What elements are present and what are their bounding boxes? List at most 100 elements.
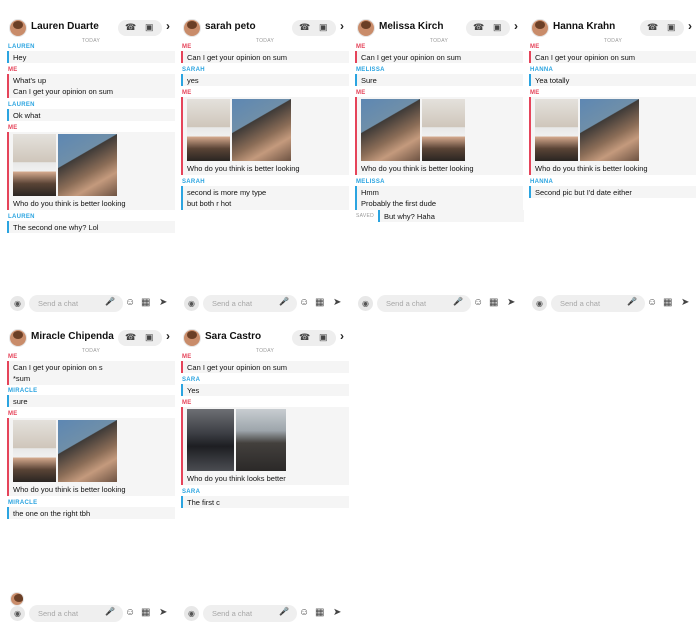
message[interactable]: Who do you think looks better — [181, 407, 349, 485]
message[interactable]: Yea totally — [529, 74, 696, 86]
chat-input[interactable]: Send a chat 🎤 — [377, 295, 471, 312]
rocket-icon[interactable]: ➤ — [333, 606, 341, 620]
sticker-icon[interactable]: ▦ — [141, 606, 150, 620]
emoji-icon[interactable]: ☺ — [125, 606, 135, 620]
rocket-icon[interactable]: ➤ — [507, 296, 515, 310]
photo[interactable] — [187, 99, 230, 161]
chevron-right-icon[interactable]: › — [340, 329, 344, 343]
mic-icon[interactable]: 🎤 — [627, 297, 637, 306]
mic-icon[interactable]: 🎤 — [105, 297, 115, 306]
mic-icon[interactable]: 🎤 — [105, 607, 115, 616]
camera-icon[interactable]: ◉ — [358, 296, 373, 311]
message[interactable]: Who do you think is better looking — [7, 132, 175, 210]
chat-input[interactable]: Send a chat 🎤 — [29, 295, 123, 312]
message[interactable]: What's up Can I get your opinion on sum — [7, 74, 175, 98]
photo[interactable] — [535, 99, 578, 161]
contact-name[interactable]: Lauren Duarte — [31, 21, 99, 32]
sticker-icon[interactable]: ▦ — [315, 606, 324, 620]
camera-icon[interactable]: ◉ — [532, 296, 547, 311]
phone-icon[interactable]: ☎ — [473, 22, 484, 33]
camera-icon[interactable]: ◉ — [10, 606, 25, 621]
photo[interactable] — [58, 420, 117, 482]
photo[interactable] — [580, 99, 639, 161]
phone-icon[interactable]: ☎ — [299, 22, 310, 33]
sticker-icon[interactable]: ▦ — [141, 296, 150, 310]
phone-icon[interactable]: ☎ — [647, 22, 658, 33]
message[interactable]: Can I get your opinion on sum — [529, 51, 696, 63]
chevron-right-icon[interactable]: › — [166, 329, 170, 343]
mic-icon[interactable]: 🎤 — [279, 607, 289, 616]
avatar[interactable] — [183, 329, 201, 347]
photo[interactable] — [236, 409, 286, 471]
video-icon[interactable]: ▣ — [667, 22, 676, 33]
message[interactable]: Hey — [7, 51, 175, 63]
avatar[interactable] — [357, 19, 375, 37]
mic-icon[interactable]: 🎤 — [279, 297, 289, 306]
video-icon[interactable]: ▣ — [319, 22, 328, 33]
rocket-icon[interactable]: ➤ — [333, 296, 341, 310]
contact-name[interactable]: sarah peto — [205, 21, 256, 32]
video-icon[interactable]: ▣ — [493, 22, 502, 33]
rocket-icon[interactable]: ➤ — [159, 296, 167, 310]
message[interactable]: Can I get your opinion on sum — [355, 51, 523, 63]
chat-input[interactable]: Send a chat 🎤 — [203, 605, 297, 622]
chevron-right-icon[interactable]: › — [688, 19, 692, 33]
chat-input[interactable]: Send a chat 🎤 — [29, 605, 123, 622]
message[interactable]: Can I get your opinion on sum — [181, 361, 349, 373]
contact-name[interactable]: Hanna Krahn — [553, 21, 615, 32]
phone-icon[interactable]: ☎ — [299, 332, 310, 343]
emoji-icon[interactable]: ☺ — [299, 606, 309, 620]
mic-icon[interactable]: 🎤 — [453, 297, 463, 306]
emoji-icon[interactable]: ☺ — [299, 296, 309, 310]
avatar[interactable] — [531, 19, 549, 37]
video-icon[interactable]: ▣ — [145, 22, 154, 33]
message[interactable]: The second one why? Lol — [7, 221, 175, 233]
contact-name[interactable]: Sara Castro — [205, 331, 261, 342]
phone-icon[interactable]: ☎ — [125, 332, 136, 343]
message[interactable]: Who do you think is better looking — [181, 97, 349, 175]
camera-icon[interactable]: ◉ — [184, 296, 199, 311]
message[interactable]: The first c — [181, 496, 349, 508]
camera-icon[interactable]: ◉ — [184, 606, 199, 621]
sticker-icon[interactable]: ▦ — [663, 296, 672, 310]
message[interactable]: But why? Haha — [378, 210, 524, 222]
photo[interactable] — [58, 134, 117, 196]
message[interactable]: the one on the right tbh — [7, 507, 175, 519]
avatar[interactable] — [9, 19, 27, 37]
rocket-icon[interactable]: ➤ — [159, 606, 167, 620]
video-icon[interactable]: ▣ — [145, 332, 154, 343]
message[interactable]: Who do you think is better looking — [7, 418, 175, 496]
message[interactable]: second is more my type but both r hot — [181, 186, 349, 210]
camera-icon[interactable]: ◉ — [10, 296, 25, 311]
message[interactable]: Second pic but I'd date either — [529, 186, 696, 198]
sticker-icon[interactable]: ▦ — [489, 296, 498, 310]
message[interactable]: Hmm Probably the first dude — [355, 186, 523, 210]
contact-name[interactable]: Melissa Kirch — [379, 21, 443, 32]
message[interactable]: sure — [7, 395, 175, 407]
phone-icon[interactable]: ☎ — [125, 22, 136, 33]
video-icon[interactable]: ▣ — [319, 332, 328, 343]
message[interactable]: yes — [181, 74, 349, 86]
message[interactable]: Can I get your opinion on sum — [181, 51, 349, 63]
photo[interactable] — [13, 420, 56, 482]
chevron-right-icon[interactable]: › — [166, 19, 170, 33]
photo[interactable] — [232, 99, 291, 161]
emoji-icon[interactable]: ☺ — [125, 296, 135, 310]
message[interactable]: Ok what — [7, 109, 175, 121]
contact-name[interactable]: Miracle Chipenda — [31, 331, 114, 342]
message[interactable]: Who do you think is better looking — [529, 97, 696, 175]
rocket-icon[interactable]: ➤ — [681, 296, 689, 310]
photo[interactable] — [361, 99, 420, 161]
avatar[interactable] — [183, 19, 201, 37]
emoji-icon[interactable]: ☺ — [473, 296, 483, 310]
message[interactable]: Sure — [355, 74, 523, 86]
message[interactable]: Can I get your opinion on s *sum — [7, 361, 175, 385]
avatar[interactable] — [9, 329, 27, 347]
emoji-icon[interactable]: ☺ — [647, 296, 657, 310]
photo[interactable] — [422, 99, 465, 161]
message[interactable]: Yes — [181, 384, 349, 396]
sticker-icon[interactable]: ▦ — [315, 296, 324, 310]
chat-input[interactable]: Send a chat 🎤 — [551, 295, 645, 312]
chevron-right-icon[interactable]: › — [340, 19, 344, 33]
chevron-right-icon[interactable]: › — [514, 19, 518, 33]
